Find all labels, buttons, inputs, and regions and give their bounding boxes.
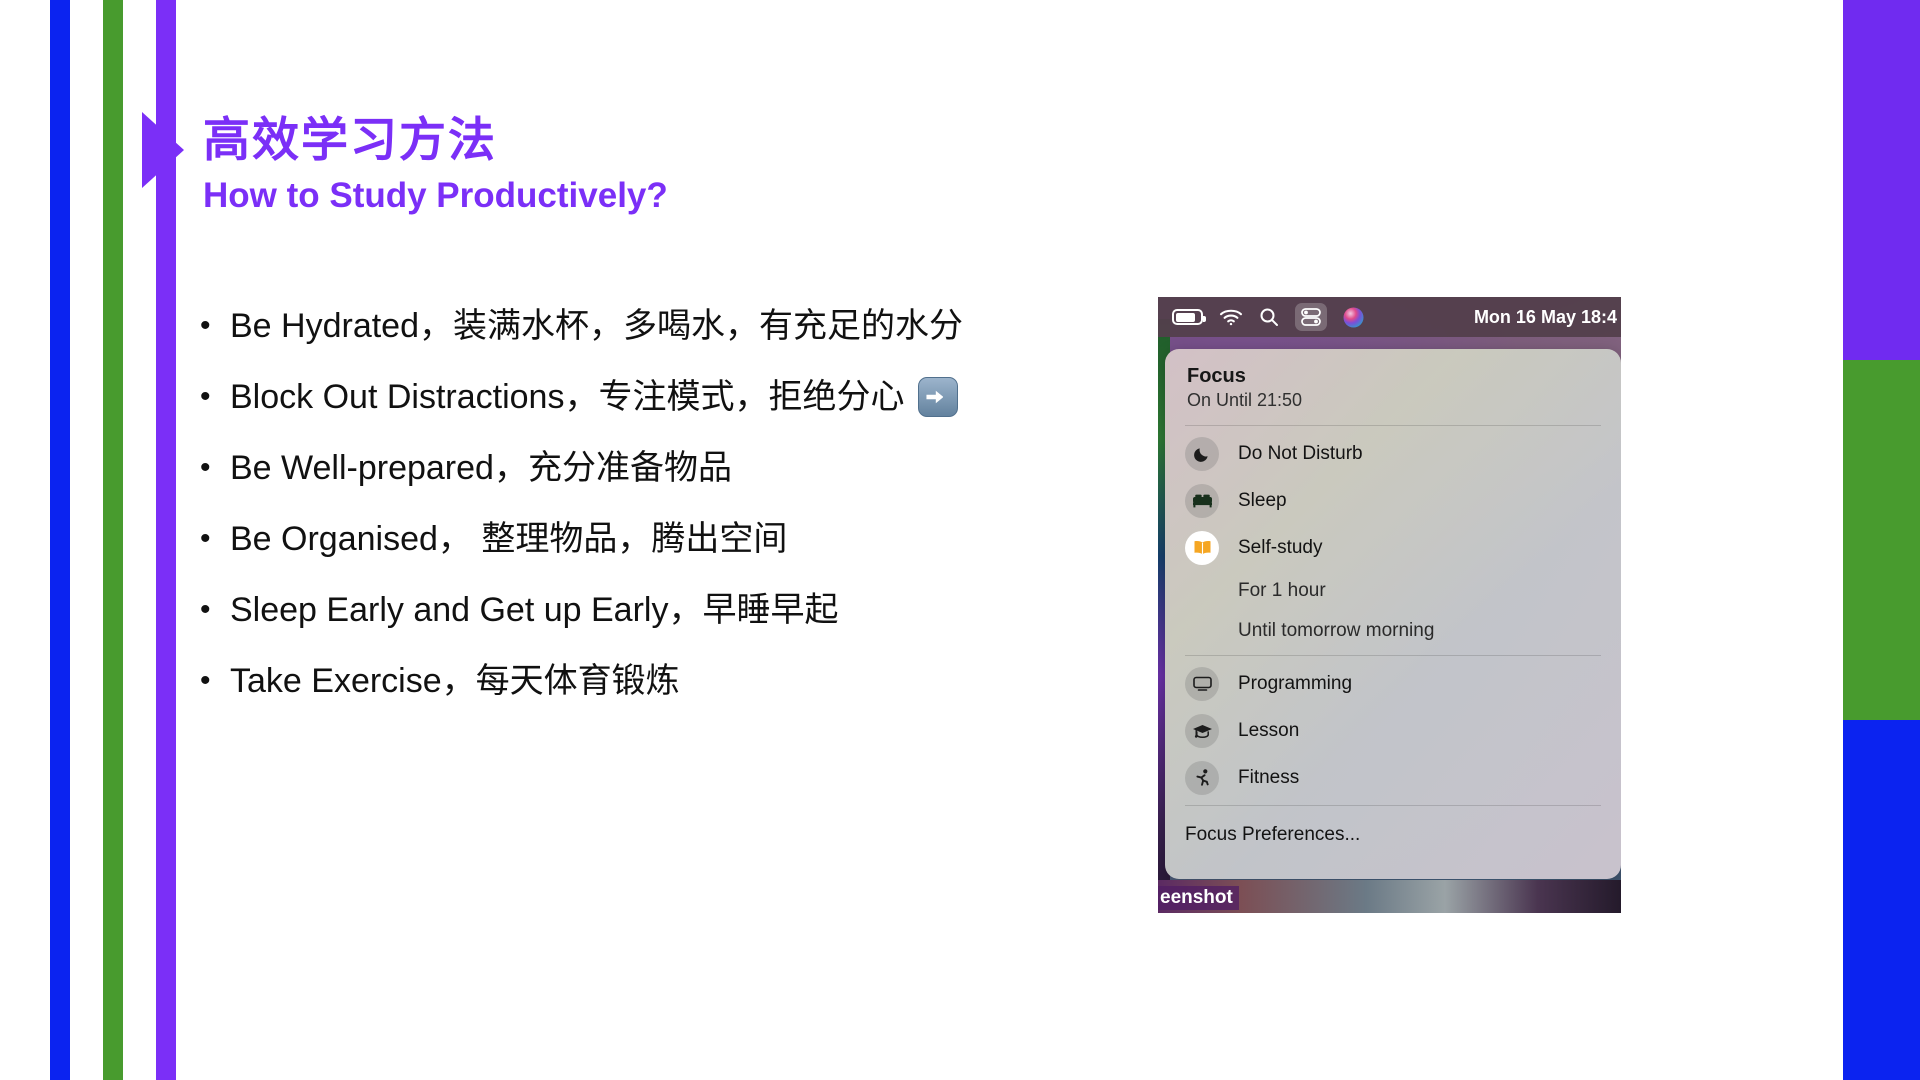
- list-item-text: Take Exercise，每天体育锻炼: [230, 661, 680, 700]
- bed-icon: [1185, 483, 1219, 518]
- bullet-dot-icon: •: [200, 308, 211, 342]
- list-item-text: Sleep Early and Get up Early，早睡早起: [230, 590, 839, 629]
- graduation-cap-icon: [1185, 713, 1219, 748]
- focus-duration-option-1hour[interactable]: For 1 hour: [1165, 571, 1621, 611]
- focus-item-do-not-disturb[interactable]: Do Not Disturb: [1165, 430, 1621, 477]
- focus-item-fitness[interactable]: Fitness: [1165, 754, 1621, 801]
- focus-duration-option-tomorrow[interactable]: Until tomorrow morning: [1165, 611, 1621, 651]
- focus-item-sleep[interactable]: Sleep: [1165, 477, 1621, 524]
- title-arrow-icon: [142, 112, 184, 188]
- focus-item-programming[interactable]: Programming: [1165, 660, 1621, 707]
- slide-canvas: 高效学习方法 How to Study Productively? • Be H…: [0, 0, 1920, 1080]
- moon-icon: [1185, 436, 1219, 471]
- running-icon: [1185, 760, 1219, 795]
- battery-icon[interactable]: [1172, 309, 1206, 325]
- focus-menu-panel: Focus On Until 21:50 Do Not Disturb Slee…: [1165, 349, 1621, 879]
- bullet-dot-icon: •: [200, 663, 211, 697]
- bullet-list: • Be Hydrated，装满水杯，多喝水，有充足的水分 • Block Ou…: [200, 290, 1160, 716]
- focus-item-label: Lesson: [1238, 719, 1300, 741]
- search-icon[interactable]: [1259, 307, 1279, 327]
- left-stripe-blue: [50, 0, 70, 1080]
- menubar-clock[interactable]: Mon 16 May 18:4: [1474, 307, 1621, 328]
- right-arrow-emoji-icon: [918, 376, 959, 417]
- focus-item-label: Sleep: [1238, 489, 1287, 511]
- focus-status: On Until 21:50: [1187, 390, 1303, 410]
- divider: [1185, 425, 1601, 426]
- bullet-dot-icon: •: [200, 592, 211, 626]
- left-stripe-green: [103, 0, 123, 1080]
- focus-item-label: Programming: [1238, 672, 1353, 694]
- right-block-purple: [1843, 0, 1920, 360]
- macos-menu-bar: Mon 16 May 18:4: [1158, 297, 1621, 337]
- bullet-dot-icon: •: [200, 521, 211, 555]
- list-item-text: Be Well-prepared，充分准备物品: [230, 448, 732, 487]
- focus-title: Focus: [1187, 365, 1246, 387]
- bullet-dot-icon: •: [200, 450, 211, 484]
- focus-item-label: Do Not Disturb: [1238, 442, 1363, 464]
- bullet-dot-icon: •: [200, 379, 211, 413]
- display-icon: [1185, 666, 1219, 701]
- page-title: 高效学习方法: [203, 113, 497, 166]
- focus-item-self-study[interactable]: Self-study: [1165, 524, 1621, 571]
- title-block: 高效学习方法 How to Study Productively?: [203, 112, 668, 219]
- embedded-screenshot: Mon 16 May 18:4 Focus On Until 21:50 Do …: [1158, 297, 1621, 913]
- control-center-icon[interactable]: [1295, 303, 1327, 331]
- divider: [1185, 655, 1601, 656]
- focus-preferences-menu-item[interactable]: Focus Preferences...: [1165, 810, 1621, 846]
- watermark-label: eenshot: [1158, 886, 1239, 910]
- right-block-green: [1843, 360, 1920, 720]
- list-item: • Be Well-prepared，充分准备物品: [200, 432, 1160, 503]
- focus-item-label: Self-study: [1238, 536, 1323, 558]
- wifi-icon[interactable]: [1219, 308, 1243, 326]
- list-item: • Be Hydrated，装满水杯，多喝水，有充足的水分: [200, 290, 1160, 361]
- divider: [1185, 805, 1601, 806]
- list-item: • Block Out Distractions，专注模式，拒绝分心: [200, 361, 1160, 432]
- siri-icon[interactable]: [1343, 307, 1364, 328]
- page-subtitle: How to Study Productively?: [203, 176, 668, 216]
- right-block-blue: [1843, 720, 1920, 1080]
- list-item: • Take Exercise，每天体育锻炼: [200, 645, 1160, 716]
- focus-item-label: Fitness: [1238, 766, 1300, 788]
- list-item: • Sleep Early and Get up Early，早睡早起: [200, 574, 1160, 645]
- list-item-text: Be Hydrated，装满水杯，多喝水，有充足的水分: [230, 306, 963, 345]
- focus-item-lesson[interactable]: Lesson: [1165, 707, 1621, 754]
- list-item-text: Be Organised， 整理物品，腾出空间: [230, 519, 788, 558]
- list-item-text: Block Out Distractions，专注模式，拒绝分心: [230, 377, 905, 416]
- list-item: • Be Organised， 整理物品，腾出空间: [200, 503, 1160, 574]
- book-icon: [1185, 530, 1219, 565]
- focus-header: Focus On Until 21:50: [1165, 349, 1621, 421]
